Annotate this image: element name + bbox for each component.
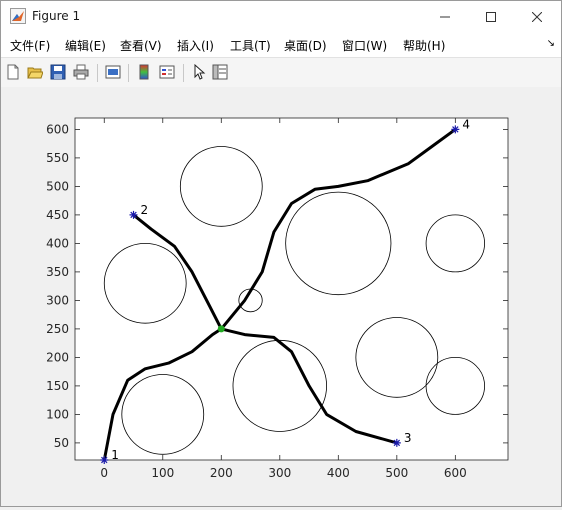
link-plot-icon[interactable]: [105, 64, 121, 80]
x-tick-label: 0: [100, 466, 108, 480]
waypoint-marker: [451, 125, 460, 134]
minimize-icon: [440, 16, 450, 17]
open-file-icon[interactable]: [27, 64, 43, 80]
toolbar: [1, 57, 561, 88]
menu-insert[interactable]: 插入(I): [177, 37, 214, 54]
menu-edit[interactable]: 编辑(E): [65, 37, 106, 54]
print-icon[interactable]: [73, 64, 89, 80]
menu-tools[interactable]: 工具(T): [230, 37, 271, 54]
y-tick-label: 500: [46, 179, 69, 193]
x-tick-label: 400: [327, 466, 350, 480]
x-tick-label: 300: [268, 466, 291, 480]
waypoint-label: 2: [141, 203, 149, 217]
x-tick-label: 500: [385, 466, 408, 480]
center-point: [217, 325, 225, 333]
matlab-icon: [10, 8, 26, 24]
axes-background: [75, 118, 508, 460]
window-title: Figure 1: [32, 9, 81, 23]
maximize-icon: [486, 11, 496, 22]
menu-view[interactable]: 查看(V): [120, 37, 162, 54]
menu-bar: 文件(F) 编辑(E) 查看(V) 插入(I) 工具(T) 桌面(D) 窗口(W…: [1, 32, 561, 57]
menu-dock-arrow-icon[interactable]: ↘: [547, 38, 555, 49]
close-icon: [532, 11, 542, 22]
waypoint-label: 4: [462, 117, 470, 131]
toolbar-separator: [128, 64, 129, 82]
y-tick-label: 150: [46, 379, 69, 393]
y-tick-label: 250: [46, 322, 69, 336]
menu-desktop[interactable]: 桌面(D): [284, 37, 327, 54]
waypoint-marker: [392, 438, 401, 447]
x-tick-label: 600: [444, 466, 467, 480]
y-tick-label: 450: [46, 208, 69, 222]
menu-window[interactable]: 窗口(W): [342, 37, 387, 54]
maximize-button[interactable]: [468, 1, 514, 32]
y-tick-label: 550: [46, 151, 69, 165]
colorbar-icon[interactable]: [136, 64, 152, 80]
y-tick-label: 200: [46, 350, 69, 364]
plot-svg: 0 100 200 300 400 500 600 50 100 150 200 250 300 350 4…: [46, 117, 509, 480]
y-tick-label: 50: [54, 436, 69, 450]
toolbar-separator: [183, 64, 184, 82]
x-tick-label: 100: [151, 466, 174, 480]
waypoint-label: 3: [404, 431, 412, 445]
minimize-button[interactable]: [422, 1, 468, 32]
x-tick-label: 200: [210, 466, 233, 480]
property-inspector-icon[interactable]: [212, 64, 228, 80]
pointer-icon[interactable]: [191, 64, 207, 80]
y-tick-label: 300: [46, 293, 69, 307]
y-tick-label: 400: [46, 236, 69, 250]
menu-file[interactable]: 文件(F): [10, 37, 50, 54]
new-figure-icon[interactable]: [5, 64, 21, 80]
figure-canvas: 0 100 200 300 400 500 600 50 100 150 200 250 300 350 4…: [1, 87, 561, 506]
y-tick-label: 100: [46, 407, 69, 421]
toolbar-separator: [97, 64, 98, 82]
legend-icon[interactable]: [159, 64, 175, 80]
save-icon[interactable]: [50, 64, 66, 80]
waypoint-label: 1: [111, 448, 119, 462]
close-button[interactable]: [514, 1, 560, 32]
menu-help[interactable]: 帮助(H): [403, 37, 445, 54]
y-tick-label: 600: [46, 122, 69, 136]
title-bar: Figure 1: [1, 1, 561, 32]
figure-window: Figure 1 文件(F) 编辑(E) 查看(V) 插入(I) 工具(T) 桌…: [0, 0, 562, 507]
y-tick-label: 350: [46, 265, 69, 279]
